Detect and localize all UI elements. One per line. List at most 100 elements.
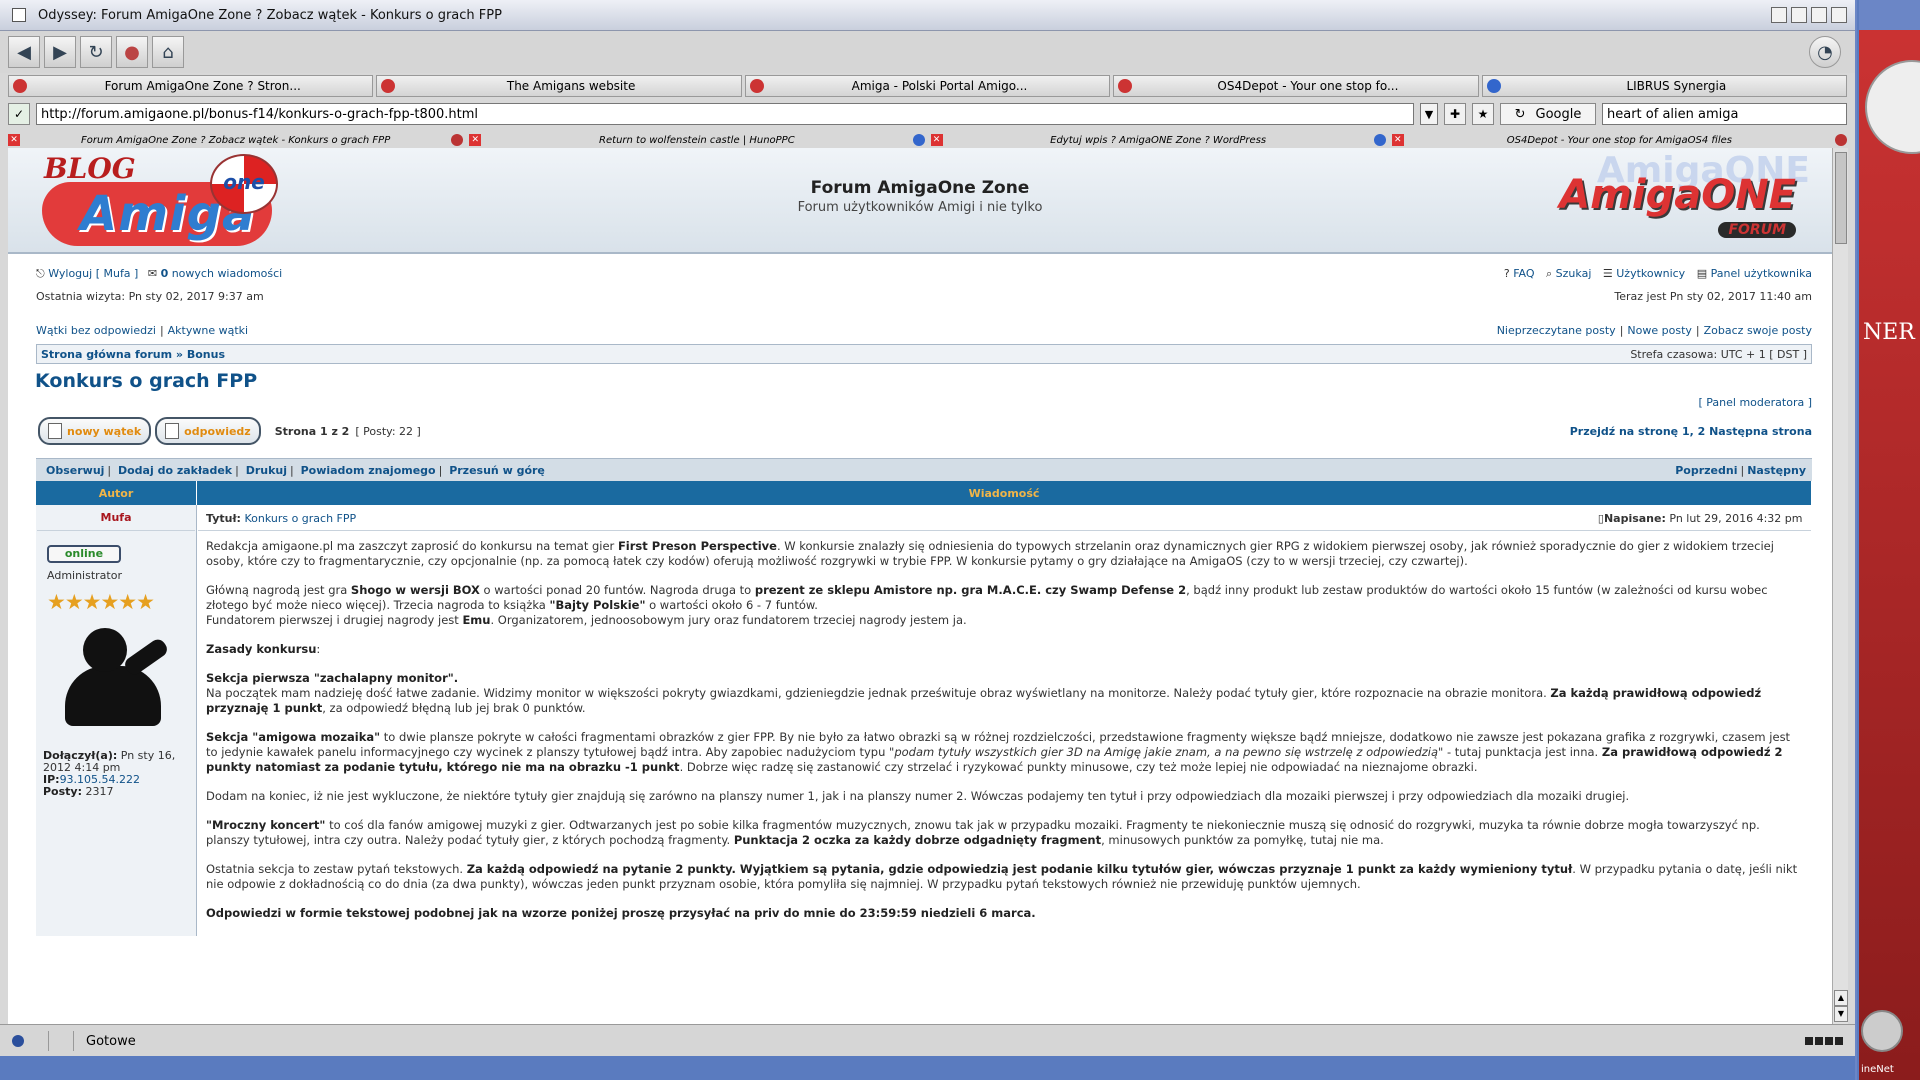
home-icon[interactable]: ⌂ <box>152 36 184 68</box>
activity-indicator-icon <box>1805 1037 1843 1045</box>
watch-link[interactable]: Obserwuj <box>46 464 104 477</box>
close-tab-icon[interactable]: ✕ <box>469 134 482 146</box>
iconify-icon[interactable] <box>1771 7 1787 23</box>
tab-librus[interactable]: LIBRUS Synergia <box>1481 75 1848 97</box>
title-bar[interactable]: Odyssey: Forum AmigaOne Zone ? Zobacz wą… <box>0 0 1855 31</box>
moderator-panel-link[interactable]: [ Panel moderatora ] <box>8 396 1812 410</box>
search-engine-selector[interactable]: ↻ Google <box>1500 103 1596 125</box>
faq-icon: ? <box>1503 267 1510 280</box>
browser-window: Odyssey: Forum AmigaOne Zone ? Zobacz wą… <box>0 0 1857 1080</box>
print-link[interactable]: Drukuj <box>246 464 287 477</box>
site-security-icon[interactable]: ✓ <box>8 103 30 125</box>
author-rank: Administrator <box>47 569 122 582</box>
back-icon[interactable]: ◀ <box>8 36 40 68</box>
tab-bar: Forum AmigaOne Zone ? Stron... The Amiga… <box>0 73 1855 99</box>
maximize-icon[interactable] <box>1811 7 1827 23</box>
scrollbar-thumb[interactable] <box>1835 152 1847 244</box>
globe-icon <box>1486 79 1501 93</box>
visit-info: Ostatnia wizyta: Pn sty 02, 2017 9:37 am… <box>8 286 1832 306</box>
new-topic-button[interactable]: nowy wątek <box>38 417 152 445</box>
topic-buttons: nowy wątek odpowiedz Strona 1 z 2 [ Post… <box>38 416 1812 446</box>
url-input[interactable]: http://forum.amigaone.pl/bonus-f14/konku… <box>36 103 1414 125</box>
page-tab-1[interactable]: ✕ Forum AmigaOne Zone ? Zobacz wątek - Ko… <box>8 134 464 146</box>
scroll-up-icon[interactable]: ▲ <box>1834 990 1848 1006</box>
bookmark-star-icon[interactable]: ★ <box>1472 103 1494 125</box>
search-links: Wątki bez odpowiedzi | Aktywne wątki Niepr… <box>36 323 1812 337</box>
add-bookmark-icon[interactable]: ✚ <box>1444 103 1466 125</box>
search-link[interactable]: Szukaj <box>1556 267 1592 280</box>
breadcrumb-home[interactable]: Strona główna forum <box>41 348 172 361</box>
navigation-toolbar: ◀ ▶ ↻ ● ⌂ ◔ <box>0 31 1855 73</box>
tab-ppa[interactable]: Amiga - Polski Portal Amigo... <box>744 75 1111 97</box>
tab-amigans[interactable]: The Amigans website <box>376 75 742 97</box>
own-posts-link[interactable]: Zobacz swoje posty <box>1704 324 1812 337</box>
vertical-scrollbar[interactable]: ▲ ▼ <box>1832 148 1848 1024</box>
search-icon: ⌕ <box>1546 267 1553 280</box>
reload-icon[interactable]: ↻ <box>80 36 112 68</box>
close-tab-icon[interactable]: ✕ <box>8 134 20 146</box>
pencil-icon <box>48 423 62 439</box>
online-badge: online <box>47 545 121 563</box>
network-globe-icon <box>12 1035 24 1047</box>
page-viewport[interactable]: Amiga BLOG one Forum AmigaOne Zone Forum… <box>8 148 1832 1024</box>
email-friend-link[interactable]: Powiadom znajomego <box>301 464 436 477</box>
author-name[interactable]: Mufa <box>37 506 195 531</box>
amiga-ball-icon <box>1118 79 1133 93</box>
bookmark-link[interactable]: Dodaj do zakładek <box>118 464 232 477</box>
topic-actions: Obserwuj | Dodaj do zakładek | Drukuj | Pow… <box>36 458 1812 481</box>
desktop-partial-text: NER <box>1863 320 1915 345</box>
window-close-icon[interactable] <box>12 8 26 22</box>
forum-header: Amiga BLOG one Forum AmigaOne Zone Forum… <box>8 148 1832 254</box>
forward-icon[interactable]: ▶ <box>44 36 76 68</box>
amigaone-forum-logo[interactable]: AmigaONE AmigaONE FORUM <box>1559 150 1814 250</box>
desktop-background: NER ineNet <box>1859 0 1920 1080</box>
tab-forum-amigaone[interactable]: Forum AmigaOne Zone ? Stron... <box>8 75 374 97</box>
pagination[interactable]: Przejdź na stronę 1, 2 Następna strona <box>1570 425 1812 438</box>
reply-button[interactable]: odpowiedz <box>155 417 261 445</box>
progress-dial-icon[interactable]: ◔ <box>1809 36 1841 68</box>
unread-posts-link[interactable]: Nieprzeczytane posty <box>1497 324 1616 337</box>
ucp-link[interactable]: Panel użytkownika <box>1711 267 1812 280</box>
current-time: Teraz jest Pn sty 02, 2017 11:40 am <box>1614 289 1812 303</box>
message-column-header: Wiadomość <box>196 481 1812 505</box>
user-nav: ⎋ Wyloguj [ Mufa ] ✉ 0 nowych wiadomości… <box>8 262 1832 286</box>
members-link[interactable]: Użytkownicy <box>1616 267 1685 280</box>
page-tab-4[interactable]: ✕ OS4Depot - Your one stop for AmigaOS4 f… <box>1391 134 1847 146</box>
messages-icon: ✉ <box>147 267 158 280</box>
stop-icon[interactable]: ● <box>116 36 148 68</box>
zoom-icon[interactable] <box>1791 7 1807 23</box>
new-posts-link[interactable]: Nowe posty <box>1627 324 1692 337</box>
address-bar: ✓ http://forum.amigaone.pl/bonus-f14/kon… <box>0 99 1855 129</box>
page-tab-2[interactable]: ✕ Return to wolfenstein castle | HunoPPC <box>469 134 925 146</box>
next-topic-link[interactable]: Następny <box>1747 464 1806 477</box>
clock-icon[interactable] <box>1865 60 1920 154</box>
page-tab-3[interactable]: ✕ Edytuj wpis ? AmigaONE Zone ? WordPress <box>930 134 1386 146</box>
amiga-ball-icon <box>451 134 464 146</box>
new-messages-link[interactable]: 0 nowych wiadomości <box>161 267 283 280</box>
close-tab-icon[interactable]: ✕ <box>1391 134 1404 146</box>
post-table: Autor Wiadomość Mufa online Administrato… <box>36 481 1812 936</box>
breadcrumb-forum[interactable]: Bonus <box>187 348 225 361</box>
previous-topic-link[interactable]: Poprzedni <box>1675 464 1737 477</box>
avatar <box>47 620 175 738</box>
post-count: [ Posty: 22 ] <box>355 424 421 438</box>
post-subject-link[interactable]: Konkurs o grach FPP <box>244 512 356 525</box>
url-history-dropdown-icon[interactable]: ▼ <box>1420 103 1438 125</box>
tab-os4depot[interactable]: OS4Depot - Your one stop fo... <box>1113 75 1479 97</box>
active-topics-link[interactable]: Aktywne wątki <box>168 324 248 337</box>
close-tab-icon[interactable]: ✕ <box>930 134 943 146</box>
unanswered-link[interactable]: Wątki bez odpowiedzi <box>36 324 156 337</box>
members-icon: ☰ <box>1602 267 1613 280</box>
depth-icon[interactable] <box>1831 7 1847 23</box>
author-panel: Mufa online Administrator ★★★★★★ Dołączy… <box>36 505 197 936</box>
status-bar: Gotowe <box>0 1024 1855 1057</box>
search-input[interactable]: heart of alien amiga <box>1602 103 1847 125</box>
logout-link[interactable]: Wyloguj [ Mufa ] <box>48 267 138 280</box>
rank-stars-icon: ★★★★★★ <box>47 590 155 614</box>
faq-link[interactable]: FAQ <box>1513 267 1534 280</box>
topic-title[interactable]: Konkurs o grach FPP <box>35 370 1804 396</box>
ucp-icon: ▤ <box>1696 267 1708 280</box>
bump-link[interactable]: Przesuń w górę <box>449 464 545 477</box>
amiga-dock-icon[interactable] <box>1861 1010 1903 1052</box>
scroll-down-icon[interactable]: ▼ <box>1834 1006 1848 1022</box>
